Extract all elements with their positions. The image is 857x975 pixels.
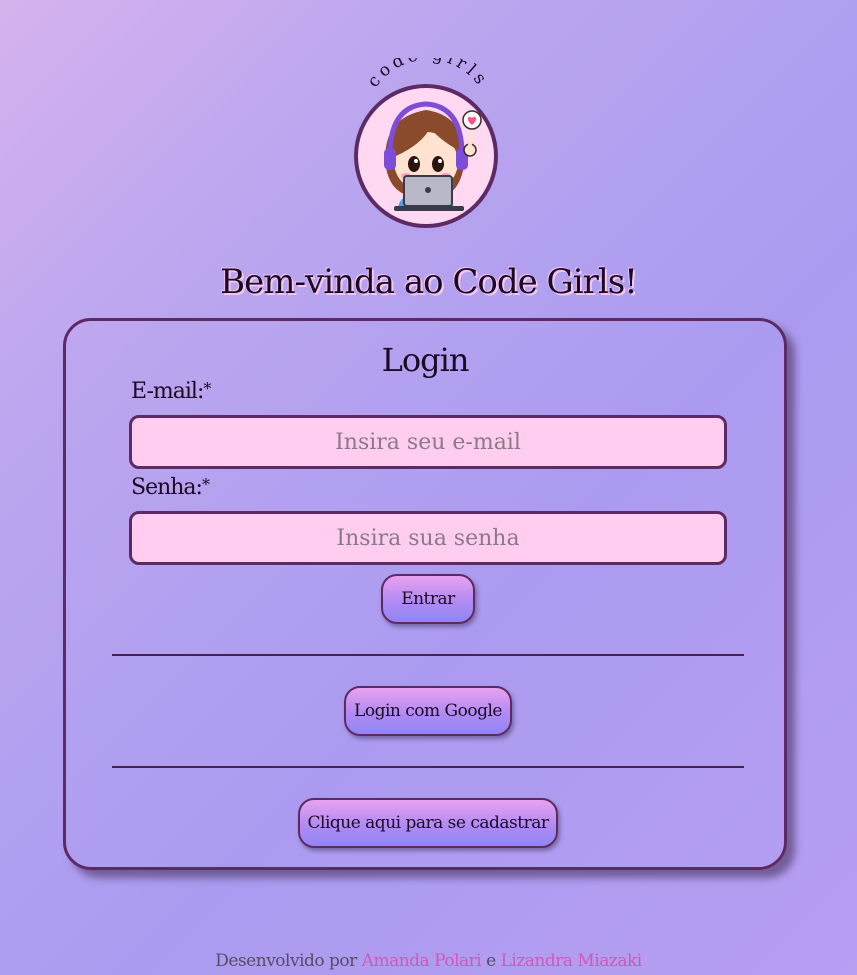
- footer-credits: Desenvolvido por Amanda Polari e Lizandr…: [0, 951, 857, 971]
- welcome-heading: Bem-vinda ao Code Girls!: [220, 262, 638, 302]
- entrar-button[interactable]: Entrar: [381, 574, 475, 624]
- signup-button[interactable]: Clique aqui para se cadastrar: [298, 798, 558, 848]
- code-girls-logo: code girls: [340, 58, 516, 234]
- coding-girl-avatar-icon: code girls: [354, 58, 498, 228]
- author-link-lizandra[interactable]: Lizandra Miazaki: [501, 951, 643, 971]
- email-field[interactable]: [129, 415, 727, 469]
- divider: [112, 766, 744, 768]
- email-label: E-mail:*: [131, 379, 211, 404]
- email-required-mark: *: [203, 379, 211, 398]
- login-card: Login E-mail:* Senha:* Entrar Login com …: [63, 318, 787, 870]
- author-link-amanda[interactable]: Amanda Polari: [362, 951, 482, 971]
- google-login-button[interactable]: Login com Google: [344, 686, 512, 736]
- email-label-text: E-mail:: [131, 379, 204, 404]
- divider: [112, 654, 744, 656]
- password-field[interactable]: [129, 511, 727, 565]
- footer-prefix: Desenvolvido por: [215, 951, 362, 971]
- footer-joiner: e: [481, 951, 501, 971]
- password-required-mark: *: [201, 475, 210, 494]
- password-label-text: Senha:: [131, 475, 203, 500]
- password-label: Senha:*: [131, 475, 210, 500]
- login-title: Login: [381, 341, 470, 379]
